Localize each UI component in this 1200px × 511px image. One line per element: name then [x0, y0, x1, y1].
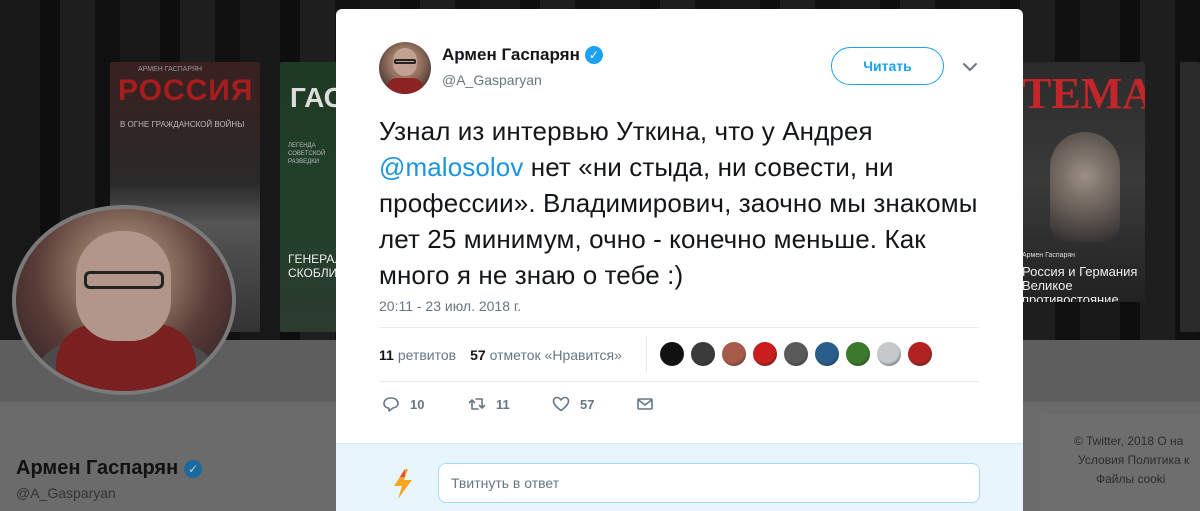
divider — [379, 327, 979, 328]
envelope-icon — [637, 398, 653, 410]
divider — [646, 336, 647, 372]
profile-name[interactable]: Армен Гаспарян ✓ — [16, 457, 203, 480]
footer-cookies[interactable]: Файлы cooki — [1096, 472, 1165, 486]
reply-input[interactable] — [438, 463, 980, 503]
tweet-stats: 11 ретвитов 57 отметок «Нравится» — [379, 347, 622, 363]
reply-composer — [336, 443, 1023, 511]
liker-avatar[interactable] — [660, 342, 684, 366]
chevron-down-icon[interactable] — [959, 57, 981, 77]
follow-button[interactable]: Читать — [831, 47, 944, 85]
tweet-author-handle[interactable]: @A_Gasparyan — [442, 72, 542, 88]
like-action[interactable]: 57 — [552, 395, 636, 413]
user-avatar-icon[interactable] — [386, 467, 420, 501]
divider — [379, 381, 979, 382]
banner-book-tema: ТЕМА Армен Гаспарян Россия и Германия Ве… — [1020, 62, 1145, 302]
heart-icon — [552, 396, 570, 412]
like-stats[interactable]: 57 отметок «Нравится» — [470, 347, 622, 363]
footer-links: © Twitter, 2018 О на Условия Политика к … — [1040, 414, 1200, 511]
reply-action[interactable]: 10 — [382, 395, 468, 413]
profile-avatar[interactable] — [12, 205, 236, 395]
liker-avatar[interactable] — [846, 342, 870, 366]
liker-avatar[interactable] — [908, 342, 932, 366]
liker-avatar[interactable] — [691, 342, 715, 366]
footer-terms[interactable]: Условия Политика к — [1078, 453, 1189, 467]
retweet-icon — [468, 398, 486, 410]
tweet-actions: 10 11 57 — [382, 395, 654, 413]
verified-badge-icon: ✓ — [184, 459, 203, 478]
liker-avatar[interactable] — [722, 342, 746, 366]
liker-avatar[interactable] — [815, 342, 839, 366]
liker-avatar[interactable] — [784, 342, 808, 366]
banner-book-general: ГАС ЛЕГЕНДА СОВЕТСКОЙ РАЗВЕДКИ ГЕНЕРАЛ С… — [280, 62, 340, 332]
footer-copyright[interactable]: © Twitter, 2018 О на — [1074, 434, 1183, 448]
reply-icon — [383, 397, 399, 412]
verified-badge-icon: ✓ — [584, 46, 603, 64]
tweet-author-name[interactable]: Армен Гаспарян ✓ — [442, 45, 603, 65]
likers-avatars — [660, 342, 932, 366]
mention-link[interactable]: @malosolov — [379, 152, 523, 182]
tweet-modal: Армен Гаспарян ✓ @A_Gasparyan Читать Узн… — [336, 9, 1023, 511]
liker-avatar[interactable] — [877, 342, 901, 366]
retweet-action[interactable]: 11 — [468, 395, 552, 413]
retweet-stats[interactable]: 11 ретвитов — [379, 347, 456, 363]
tweet-text: Узнал из интервью Уткина, что у Андрея @… — [379, 116, 978, 290]
tweet-timestamp[interactable]: 20:11 - 23 июл. 2018 г. — [379, 298, 521, 314]
direct-message-action[interactable] — [636, 395, 654, 413]
profile-handle[interactable]: @A_Gasparyan — [16, 485, 116, 501]
tweet-author-avatar[interactable] — [379, 42, 431, 94]
liker-avatar[interactable] — [753, 342, 777, 366]
